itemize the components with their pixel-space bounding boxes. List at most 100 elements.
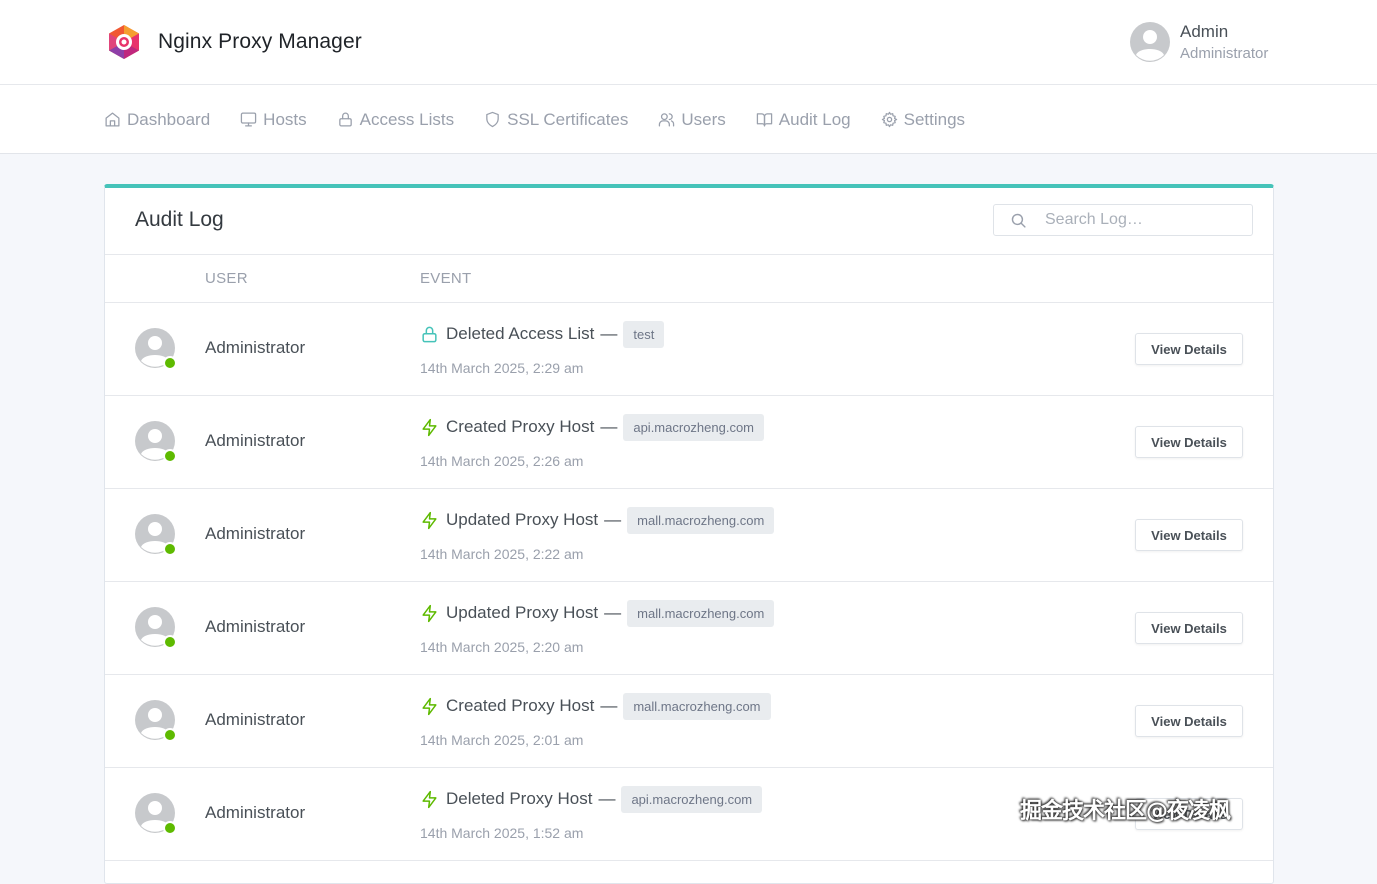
book-icon	[756, 113, 773, 127]
row-user-name: Administrator	[205, 431, 306, 450]
event-target-badge: api.macrozheng.com	[621, 785, 763, 813]
nav-items: Dashboard Hosts Access Lists SSL Certifi…	[104, 85, 995, 154]
user-name: Admin	[1180, 21, 1229, 41]
event-line: Deleted Proxy Host — api.macrozheng.com	[420, 785, 763, 813]
online-status-dot	[163, 635, 177, 649]
table-row: Administrator Updated Proxy Host — mall.…	[105, 489, 1273, 582]
view-details-button[interactable]: View Details	[1135, 612, 1243, 644]
zap-icon	[422, 511, 437, 529]
event-date: 14th March 2025, 2:26 am	[420, 453, 584, 469]
search-box[interactable]	[993, 204, 1253, 236]
event-separator: —	[600, 696, 618, 715]
event-separator: —	[604, 603, 622, 622]
nav-item-dashboard[interactable]: Dashboard	[104, 110, 210, 130]
nav-item-label: Users	[681, 109, 726, 129]
nav-item-access-lists[interactable]: Access Lists	[337, 110, 454, 130]
row-avatar	[135, 421, 177, 463]
table-row: Administrator Created Proxy Host — mall.…	[105, 675, 1273, 768]
event-separator: —	[598, 789, 616, 808]
event-line: Created Proxy Host — mall.macrozheng.com	[420, 692, 771, 720]
brand[interactable]: Nginx Proxy Manager	[106, 22, 362, 62]
user-role: Administrator	[1180, 45, 1269, 63]
event-separator: —	[600, 324, 618, 343]
nav-item-audit-log[interactable]: Audit Log	[756, 110, 851, 130]
zap-icon	[422, 604, 437, 622]
user-meta: Admin Administrator	[1180, 22, 1268, 63]
card-header: Audit Log	[105, 188, 1273, 255]
search-input[interactable]	[1043, 210, 1233, 230]
online-status-dot	[163, 728, 177, 742]
event-target-badge: mall.macrozheng.com	[627, 599, 775, 627]
watermark: 掘金技术社区@夜凌枫	[1020, 799, 1231, 824]
row-user-name: Administrator	[205, 803, 306, 822]
main-nav: Dashboard Hosts Access Lists SSL Certifi…	[0, 85, 1377, 154]
event-date: 14th March 2025, 2:20 am	[420, 639, 584, 655]
users-icon	[659, 113, 675, 127]
event-separator: —	[604, 510, 622, 529]
zap-icon	[422, 418, 437, 436]
nav-item-label: Settings	[903, 109, 966, 129]
row-user-name: Administrator	[205, 338, 306, 357]
event-action: Deleted Proxy Host	[446, 789, 593, 808]
event-line: Updated Proxy Host — mall.macrozheng.com	[420, 599, 775, 627]
table-header: User Event	[105, 255, 1273, 303]
view-details-button[interactable]: View Details	[1135, 426, 1243, 458]
nav-item-hosts[interactable]: Hosts	[240, 109, 307, 130]
nav-item-users[interactable]: Users	[658, 109, 726, 130]
search-icon	[1011, 213, 1026, 228]
nav-item-label: Access Lists	[359, 109, 455, 129]
table-row: Administrator Updated Proxy Host — mall.…	[105, 582, 1273, 675]
event-action: Updated Proxy Host	[446, 510, 599, 529]
table-row: Administrator Deleted Access List — test…	[105, 303, 1273, 396]
event-target-badge: test	[623, 320, 665, 348]
row-avatar	[135, 514, 177, 556]
online-status-dot	[163, 821, 177, 835]
top-header: Nginx Proxy Manager Admin Administrator	[0, 0, 1377, 85]
monitor-icon	[240, 112, 257, 127]
row-avatar	[135, 607, 177, 649]
row-user-name: Administrator	[205, 524, 306, 543]
zap-icon	[422, 790, 437, 808]
nginx-proxy-manager-logo-icon	[109, 25, 139, 59]
event-target-badge: mall.macrozheng.com	[627, 506, 775, 534]
event-date: 14th March 2025, 2:22 am	[420, 546, 584, 562]
view-details-button[interactable]: View Details	[1135, 333, 1243, 365]
event-date: 14th March 2025, 1:52 am	[420, 825, 584, 841]
online-status-dot	[163, 356, 177, 370]
gear-icon	[881, 111, 897, 128]
column-header-user: User	[205, 270, 248, 287]
row-avatar	[135, 793, 177, 835]
row-user-name: Administrator	[205, 710, 306, 729]
user-avatar-icon	[1130, 22, 1170, 62]
card-title: Audit Log	[135, 208, 224, 231]
home-icon	[105, 112, 120, 127]
nav-item-ssl-certificates[interactable]: SSL Certificates	[484, 110, 628, 130]
view-details-button[interactable]: View Details	[1135, 519, 1243, 551]
view-details-button[interactable]: View Details	[1135, 705, 1243, 737]
zap-icon	[422, 697, 437, 715]
column-header-event: Event	[420, 270, 472, 287]
event-action: Created Proxy Host	[446, 696, 595, 715]
event-separator: —	[600, 417, 618, 436]
event-action: Created Proxy Host	[446, 417, 595, 436]
nav-item-label: Audit Log	[778, 109, 851, 129]
row-avatar	[135, 328, 177, 370]
event-date: 14th March 2025, 2:01 am	[420, 732, 584, 748]
user-menu[interactable]: Admin Administrator	[1130, 20, 1268, 64]
row-avatar	[135, 700, 177, 742]
nav-item-label: Dashboard	[127, 109, 211, 129]
event-action: Deleted Access List	[446, 324, 595, 343]
event-date: 14th March 2025, 2:29 am	[420, 360, 584, 376]
table-row: Administrator Created Proxy Host — api.m…	[105, 396, 1273, 489]
online-status-dot	[163, 542, 177, 556]
audit-log-card: Audit Log User Event Administrator Delet…	[104, 184, 1274, 884]
lock-icon	[338, 112, 352, 127]
event-line: Created Proxy Host — api.macrozheng.com	[420, 413, 765, 441]
shield-icon	[486, 111, 499, 128]
event-action: Updated Proxy Host	[446, 603, 599, 622]
table-body: Administrator Deleted Access List — test…	[105, 303, 1273, 861]
nav-item-label: Hosts	[263, 109, 307, 129]
event-target-badge: mall.macrozheng.com	[623, 692, 771, 720]
nav-item-settings[interactable]: Settings	[881, 110, 965, 130]
online-status-dot	[163, 449, 177, 463]
